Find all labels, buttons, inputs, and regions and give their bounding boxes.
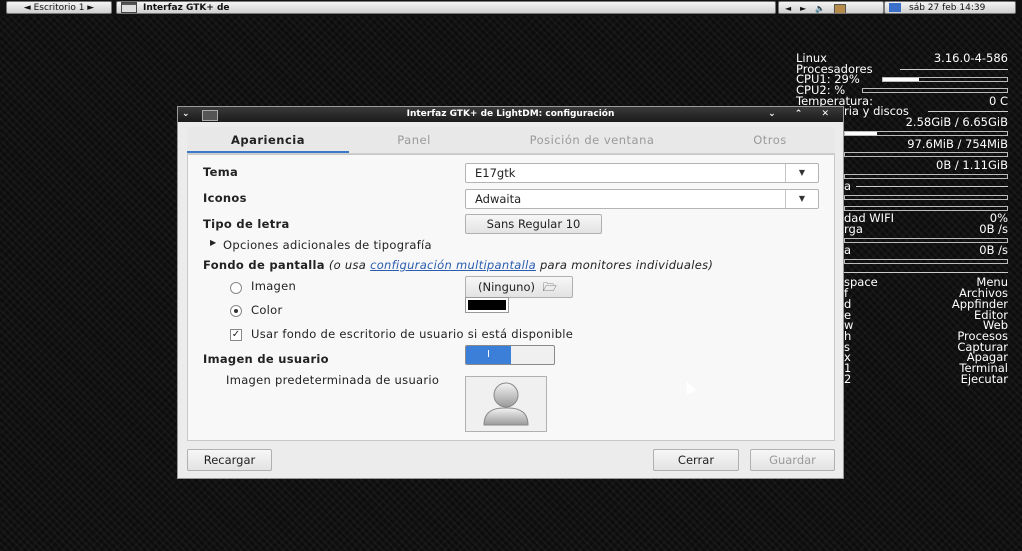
- cpu1-bar: [882, 77, 1008, 83]
- kernel-version: 3.16.0-4-586: [933, 51, 1008, 65]
- battery-icon[interactable]: [833, 3, 846, 13]
- taskbar-item[interactable]: Interfaz GTK+ de: [116, 1, 776, 14]
- disk1-bar: [844, 152, 1008, 158]
- download-bar: [844, 237, 1008, 243]
- lightdm-settings-dialog: ⌄ Interfaz GTK+ de LightDM: configuració…: [177, 106, 844, 479]
- multiscreen-link[interactable]: configuración multipantalla: [370, 258, 536, 272]
- switch-on-label: I: [466, 346, 511, 364]
- default-user-image-button[interactable]: [465, 376, 547, 432]
- workspace-next-icon[interactable]: ►: [87, 3, 94, 13]
- download-label: rga: [844, 222, 863, 236]
- image-file-button[interactable]: (Ninguno) 🗁: [465, 276, 573, 298]
- user-image-switch[interactable]: I: [465, 345, 555, 365]
- top-panel: ◄ Escritorio 1 ► Interfaz GTK+ de ◄ ► 🔈 …: [0, 0, 1022, 16]
- close-button[interactable]: Cerrar: [653, 449, 739, 471]
- fondo-note-pre: (o usa: [328, 258, 367, 272]
- memory-value: 2.58GiB / 6.65GiB: [905, 115, 1008, 130]
- memory-heading: ria y discos: [844, 104, 909, 119]
- tema-label: Tema: [203, 165, 239, 179]
- upload-bar: [844, 259, 1008, 265]
- upload-value: 0B /s: [979, 243, 1008, 258]
- window-controls[interactable]: ⌄ ⌃ ✕: [768, 107, 837, 122]
- clock[interactable]: sáb 27 feb 14:39: [884, 1, 1016, 14]
- color-button[interactable]: [465, 297, 509, 313]
- color-swatch: [468, 300, 506, 310]
- workspace-switcher[interactable]: ◄ Escritorio 1 ►: [6, 1, 112, 14]
- divider: [900, 68, 1008, 70]
- font-button[interactable]: Sans Regular 10: [465, 214, 602, 234]
- imagen-label: Imagen: [251, 279, 297, 293]
- font-label: Tipo de letra: [203, 217, 290, 231]
- tab-otros[interactable]: Otros: [705, 127, 835, 153]
- tab-apariencia[interactable]: Apariencia: [187, 127, 349, 153]
- folder-open-icon: 🗁: [542, 280, 557, 294]
- window-icon: [121, 2, 137, 13]
- tab-panel[interactable]: Panel: [349, 127, 479, 153]
- divider: [844, 271, 1008, 273]
- expander-arrow-icon[interactable]: ▶: [210, 238, 216, 247]
- window-icon: [202, 110, 218, 121]
- workspace-prev-icon[interactable]: ◄: [24, 3, 31, 13]
- window-menu-icon[interactable]: ⌄: [182, 107, 190, 122]
- iconos-value: Adwaita: [475, 192, 522, 206]
- workspace-label: Escritorio 1: [33, 3, 85, 13]
- reload-button[interactable]: Recargar: [187, 449, 272, 471]
- dialog-title: Interfaz GTK+ de LightDM: configuración: [406, 109, 615, 119]
- network-heading: a: [844, 179, 852, 194]
- title-bar[interactable]: ⌄ Interfaz GTK+ de LightDM: configuració…: [178, 107, 843, 122]
- download-value: 0B /s: [979, 222, 1008, 236]
- cpu2-bar: [862, 88, 1008, 94]
- tema-combo[interactable]: E17gtk ▼: [465, 163, 819, 183]
- fondo-label: Fondo de pantalla: [203, 258, 325, 272]
- user-icon[interactable]: [889, 3, 901, 12]
- keybinding-action: Ejecutar: [960, 371, 1008, 386]
- divider: [856, 186, 1008, 188]
- keybinding-key: space: [844, 275, 878, 290]
- user-image-label: Imagen de usuario: [203, 352, 329, 366]
- task-title: Interfaz GTK+ de: [143, 3, 230, 13]
- keybinding-key: 2: [844, 371, 852, 386]
- fondo-note-post: para monitores individuales): [539, 258, 714, 272]
- tema-value: E17gtk: [475, 166, 516, 180]
- chevron-down-icon[interactable]: ▼: [785, 164, 818, 182]
- color-label: Color: [251, 303, 283, 317]
- save-button[interactable]: Guardar: [750, 449, 835, 471]
- iconos-label: Iconos: [203, 191, 247, 205]
- tab-posicion-ventana[interactable]: Posición de ventana: [479, 127, 705, 153]
- tab-bar: Apariencia Panel Posición de ventana Otr…: [187, 127, 835, 154]
- use-user-bg-label: Usar fondo de escritorio de usuario si e…: [251, 327, 574, 341]
- volume-icon[interactable]: 🔈: [815, 2, 825, 13]
- typography-expander[interactable]: Opciones adicionales de tipografía: [223, 238, 432, 252]
- network-bar: [844, 194, 1008, 200]
- disk2-value: 0B / 1.11GiB: [936, 157, 1008, 172]
- tray-next-icon[interactable]: ►: [800, 2, 806, 13]
- memory-bar: [844, 130, 1008, 136]
- clock-text: sáb 27 feb 14:39: [909, 3, 986, 13]
- default-user-image-label: Imagen predeterminada de usuario: [226, 373, 440, 387]
- use-user-bg-checkbox[interactable]: ✓: [230, 329, 242, 341]
- fondo-row: Fondo de pantalla (o usa configuración m…: [203, 258, 713, 272]
- appearance-panel: Tema E17gtk ▼ Iconos Adwaita ▼ Tipo de l…: [187, 154, 835, 441]
- disk1-value: 97.6MiB / 754MiB: [907, 136, 1008, 151]
- imagen-radio[interactable]: [230, 282, 242, 294]
- disk2-bar: [844, 173, 1008, 179]
- iconos-combo[interactable]: Adwaita ▼: [465, 189, 819, 209]
- upload-label: a: [844, 243, 852, 258]
- divider: [928, 111, 1008, 113]
- color-radio[interactable]: [230, 305, 242, 317]
- chevron-down-icon[interactable]: ▼: [785, 190, 818, 208]
- network-bar: [844, 205, 1008, 211]
- image-file-value: (Ninguno): [478, 280, 535, 294]
- avatar-icon: [483, 382, 529, 426]
- tray-prev-icon[interactable]: ◄: [785, 2, 791, 13]
- system-tray: ◄ ► 🔈: [778, 1, 884, 14]
- temp-value: 0 C: [988, 93, 1008, 108]
